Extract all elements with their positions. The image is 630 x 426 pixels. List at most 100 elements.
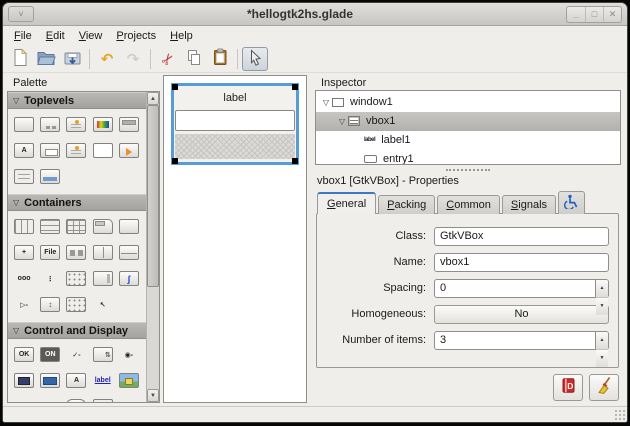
palette-item-h-box[interactable]	[14, 219, 34, 234]
palette-item-window[interactable]	[14, 117, 34, 132]
palette-item-expander[interactable]: ▷-	[14, 297, 34, 312]
palette-item-font-button[interactable]: A	[66, 373, 86, 388]
label1-preview[interactable]: label	[174, 86, 296, 110]
menu-help[interactable]: Help	[163, 28, 200, 44]
menu-edit[interactable]: Edit	[39, 28, 72, 44]
palette-section-toplevels[interactable]: ▽Toplevels	[8, 92, 146, 109]
palette-item-notebook[interactable]	[93, 219, 113, 234]
palette-item-file-chooser-save[interactable]	[119, 143, 139, 158]
expander-open-icon[interactable]: ▽	[336, 117, 348, 126]
palette-item-v-button-box[interactable]: ⋮	[40, 271, 60, 286]
palette-item-label[interactable]: label	[14, 399, 34, 402]
spin-up-button[interactable]: ▲	[596, 332, 608, 350]
empty-slot-placeholder[interactable]	[175, 134, 295, 159]
palette-item-recent-chooser-dialog[interactable]	[14, 169, 34, 184]
entry1-preview[interactable]	[175, 110, 295, 131]
new-button[interactable]	[7, 47, 33, 71]
palette-section-containers[interactable]: ▽Containers	[8, 194, 146, 211]
palette-item-button[interactable]: OK	[14, 347, 34, 362]
panel-splitter[interactable]	[315, 165, 621, 174]
palette-section-control-and-display[interactable]: ▽Control and Display	[8, 322, 146, 339]
name-field[interactable]: vbox1	[434, 253, 609, 272]
palette-item-fixed[interactable]: +	[14, 245, 34, 260]
spin-up-button[interactable]: ▲	[596, 280, 608, 298]
selection-handle[interactable]	[292, 158, 298, 164]
scroll-down-button[interactable]: ▼	[147, 389, 159, 402]
tree-row-vbox1[interactable]: ▽vbox1	[316, 112, 620, 131]
palette-item-icon-view[interactable]	[66, 297, 86, 312]
selection-handle[interactable]	[292, 84, 298, 90]
reset-button[interactable]	[589, 374, 619, 401]
tab-packing[interactable]: Packing	[378, 195, 435, 214]
palette-scrollbar[interactable]: ▲ ▼	[146, 92, 159, 402]
homogeneous-toggle-button[interactable]: No	[434, 305, 609, 324]
tree-row-entry1[interactable]: entry1	[316, 150, 620, 166]
menu-projects[interactable]: Projects	[109, 28, 163, 44]
window1-preview[interactable]: label	[171, 83, 299, 165]
palette-item-viewport[interactable]	[40, 297, 60, 312]
palette-item-progress-bar[interactable]	[66, 399, 86, 402]
palette-item-check-button[interactable]: ✓-	[66, 347, 86, 362]
palette-item-v-box[interactable]	[40, 219, 60, 234]
palette-item-file-chooser-dialog[interactable]	[119, 117, 139, 132]
selector-button[interactable]	[242, 47, 268, 71]
palette-item-radio-button[interactable]: ◉-	[119, 347, 139, 362]
palette-item-toolbar[interactable]	[66, 245, 86, 260]
menu-file[interactable]: File	[7, 28, 39, 44]
palette-item-font-selection-dialog[interactable]: A	[14, 143, 34, 158]
open-button[interactable]	[33, 47, 59, 71]
tree-row-label1[interactable]: labellabel1	[316, 131, 620, 150]
selection-handle[interactable]	[172, 158, 178, 164]
palette-item-assistant[interactable]	[40, 169, 60, 184]
tab-signals[interactable]: Signals	[502, 195, 556, 214]
palette-item-text-view[interactable]	[93, 399, 113, 402]
palette-item-input-dialog[interactable]	[40, 143, 60, 158]
palette-item-color-button[interactable]	[14, 373, 34, 388]
palette-item-h-scale[interactable]	[119, 399, 139, 402]
spin-down-button[interactable]: ▼	[596, 298, 608, 315]
scrollbar-thumb[interactable]	[147, 105, 159, 287]
cut-button[interactable]: ✂	[155, 47, 181, 71]
selection-handle[interactable]	[172, 84, 178, 90]
copy-button[interactable]	[181, 47, 207, 71]
close-button[interactable]: ✕	[603, 7, 621, 22]
save-button[interactable]	[59, 47, 85, 71]
palette-item-color-selection-dialog[interactable]	[93, 117, 113, 132]
palette-item-image[interactable]	[119, 373, 139, 388]
redo-button[interactable]: ↷	[120, 47, 146, 71]
scrollbar-trough[interactable]	[147, 105, 159, 389]
tab-accessibility[interactable]	[558, 191, 585, 214]
spacing-spinner[interactable]: 0▲▼	[434, 279, 609, 298]
palette-item-h-button-box[interactable]: ooo	[14, 271, 34, 286]
palette-item-link-button[interactable]: label	[93, 373, 113, 388]
palette-item-h-paned[interactable]	[93, 245, 113, 260]
tab-general[interactable]: General	[317, 192, 376, 214]
palette-item-menu-bar[interactable]: File	[40, 245, 60, 260]
palette-item-toggle-button[interactable]: ON	[40, 347, 60, 362]
design-canvas[interactable]: label	[163, 75, 307, 403]
palette-item-scrolled-window[interactable]	[93, 271, 113, 286]
palette-item-alignment[interactable]: ↖	[93, 297, 113, 312]
expander-open-icon[interactable]: ▽	[320, 98, 332, 107]
palette-item-frame[interactable]	[119, 219, 139, 234]
palette-item-message-dialog[interactable]	[66, 143, 86, 158]
palette-item-v-paned[interactable]	[119, 245, 139, 260]
palette-item-table[interactable]	[66, 219, 86, 234]
window-menu-button[interactable]: ˅	[8, 6, 34, 22]
minimize-button[interactable]: _	[567, 7, 585, 22]
undo-button[interactable]: ↶	[94, 47, 120, 71]
menu-view[interactable]: View	[72, 28, 110, 44]
resize-grip[interactable]	[614, 409, 625, 420]
class-field[interactable]: GtkVBox	[434, 227, 609, 246]
palette-item-layout[interactable]	[66, 271, 86, 286]
scroll-up-button[interactable]: ▲	[147, 92, 159, 105]
paste-button[interactable]	[207, 47, 233, 71]
palette-item-entry[interactable]	[40, 373, 60, 388]
titlebar[interactable]: ˅ *hellogtk2hs.glade _ □ ✕	[3, 3, 627, 26]
palette-item-handle-box[interactable]: ʃ	[119, 271, 139, 286]
tab-common[interactable]: Common	[437, 195, 500, 214]
palette-item-dialog[interactable]	[40, 117, 60, 132]
documentation-button[interactable]: D	[553, 374, 583, 401]
maximize-button[interactable]: □	[585, 7, 603, 22]
palette-item-spin-button[interactable]	[93, 347, 113, 362]
